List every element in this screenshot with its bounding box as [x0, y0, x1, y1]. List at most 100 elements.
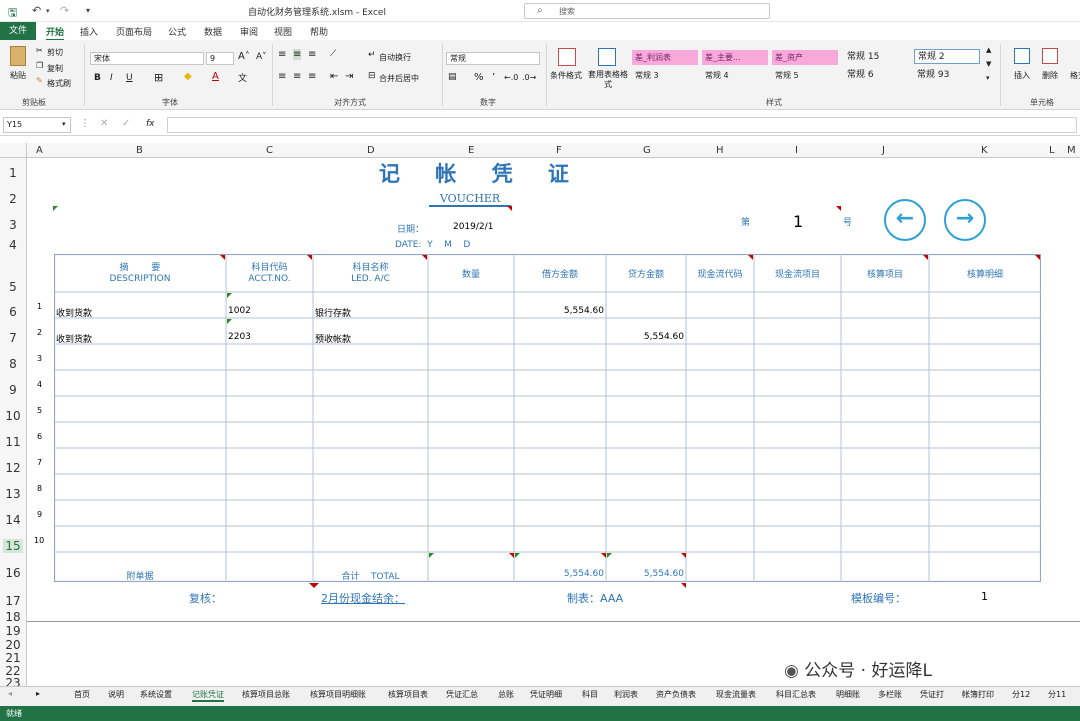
worksheet-area[interactable]: 记 帐 凭 证 VOUCHER 日期： 2019/2/1 DATE: Y M D…	[27, 158, 1080, 623]
sheet-tab[interactable]: 凭证打	[920, 689, 944, 700]
number-format-select[interactable]: 常规	[446, 52, 540, 65]
row-header[interactable]: 4	[3, 238, 23, 252]
align-center-icon[interactable]: ≡	[293, 71, 301, 82]
border-icon[interactable]: ⊞	[154, 71, 163, 84]
style-cell[interactable]: 常规 15	[844, 50, 910, 65]
tab-home[interactable]: 开始	[46, 25, 65, 41]
align-left-icon[interactable]: ≡	[278, 71, 286, 82]
column-header[interactable]: J	[882, 145, 885, 156]
align-middle-icon[interactable]: ≡	[293, 49, 302, 60]
merge-icon[interactable]: ⊟	[368, 71, 376, 81]
row-header[interactable]: 18	[3, 610, 23, 624]
wrap-text-button[interactable]: 自动换行	[379, 52, 411, 63]
sheet-tab[interactable]: 科目	[582, 689, 598, 700]
insert-function-button[interactable]: fx	[146, 119, 155, 129]
decrease-decimal-icon[interactable]: .0→	[522, 73, 536, 82]
sheet-tab[interactable]: 说明	[108, 689, 124, 700]
format-as-table-icon[interactable]	[598, 48, 616, 66]
row-header[interactable]: 14	[3, 513, 23, 527]
save-icon[interactable]: 🖫	[8, 4, 17, 23]
font-color-icon[interactable]: A	[212, 71, 219, 82]
entry-acct-name[interactable]: 银行存款	[315, 306, 351, 319]
column-header[interactable]: M	[1067, 145, 1076, 156]
accounting-format-icon[interactable]: ▤	[448, 72, 457, 82]
wrap-text-icon[interactable]: ↵	[368, 50, 376, 60]
template-number[interactable]: 1	[981, 590, 988, 603]
entry-acct-name[interactable]: 预收帐款	[315, 332, 351, 345]
insert-cells-button[interactable]: 插入	[1014, 70, 1030, 81]
style-cell[interactable]: 常规 6	[844, 68, 910, 83]
conditional-format-button[interactable]: 条件格式	[550, 70, 582, 81]
italic-button[interactable]: I	[110, 73, 113, 83]
sheet-tab[interactable]: 总账	[498, 689, 514, 700]
paste-icon[interactable]	[10, 46, 26, 66]
customize-qat-icon[interactable]: ▾	[86, 6, 90, 15]
column-header[interactable]: C	[266, 145, 273, 156]
row-header[interactable]: 10	[3, 409, 23, 423]
row-header[interactable]: 9	[3, 383, 23, 397]
format-painter-icon[interactable]: ✎	[36, 76, 43, 85]
indent-increase-icon[interactable]: ⇥	[345, 71, 353, 82]
formula-input[interactable]	[167, 117, 1077, 133]
column-header[interactable]: B	[136, 145, 143, 156]
indent-decrease-icon[interactable]: ⇤	[330, 71, 338, 82]
sheet-tab[interactable]: 明细账	[836, 689, 860, 700]
row-header[interactable]: 8	[3, 357, 23, 371]
cancel-icon[interactable]: ✕	[100, 118, 108, 129]
next-voucher-button[interactable]: →	[944, 199, 986, 241]
scroll-tabs-right-icon[interactable]: ▸	[36, 689, 40, 698]
sheet-tab[interactable]: 核算项目明细账	[310, 689, 366, 700]
comma-style-icon[interactable]: ’	[492, 72, 495, 83]
column-header[interactable]: F	[556, 145, 562, 156]
style-cell[interactable]: 差_利润表	[632, 50, 698, 65]
name-box[interactable]: Y15	[3, 117, 71, 133]
voucher-no-value[interactable]: 1	[793, 212, 803, 231]
sheet-tab[interactable]: 分12	[1012, 689, 1030, 700]
entry-acct-code[interactable]: 2203	[228, 332, 251, 342]
bold-button[interactable]: B	[94, 73, 101, 83]
undo-dropdown-icon[interactable]: ▾	[46, 7, 50, 15]
delete-cells-icon[interactable]	[1042, 48, 1058, 64]
sheet-tab[interactable]: 凭证明细	[530, 689, 562, 700]
styles-more-icon[interactable]: ▾	[986, 74, 990, 82]
cut-button[interactable]: 剪切	[47, 47, 63, 58]
format-cells-button[interactable]: 格式	[1070, 70, 1080, 81]
row-header[interactable]: 1	[3, 166, 23, 180]
select-all-corner[interactable]	[0, 143, 27, 158]
style-cell[interactable]: 常规 3	[632, 68, 698, 83]
copy-icon[interactable]: ❐	[36, 61, 43, 70]
font-grow-icon[interactable]: A˄	[238, 51, 250, 62]
sheet-tab[interactable]: 资产负债表	[656, 689, 696, 700]
tab-view[interactable]: 视图	[274, 25, 292, 38]
row-header[interactable]: 7	[3, 331, 23, 345]
column-header[interactable]: I	[795, 145, 798, 156]
insert-cells-icon[interactable]	[1014, 48, 1030, 64]
row-header[interactable]: 20	[3, 638, 23, 652]
row-header[interactable]: 2	[3, 192, 23, 206]
entry-description[interactable]: 收到货款	[56, 332, 92, 345]
align-top-icon[interactable]: ≡	[278, 49, 286, 60]
column-header[interactable]: H	[716, 145, 724, 156]
tab-file[interactable]: 文件	[0, 22, 36, 40]
entry-credit[interactable]: 5,554.60	[606, 332, 684, 342]
column-header[interactable]: A	[36, 145, 43, 156]
column-header[interactable]: D	[367, 145, 375, 156]
row-header[interactable]: 19	[3, 624, 23, 638]
sheet-tab[interactable]: 现金流量表	[716, 689, 756, 700]
tab-review[interactable]: 审阅	[240, 25, 258, 38]
row-header[interactable]: 16	[3, 566, 23, 580]
underline-button[interactable]: U	[126, 73, 133, 83]
column-header[interactable]: L	[1049, 145, 1055, 156]
tab-insert[interactable]: 插入	[80, 25, 98, 38]
font-name-select[interactable]: 宋体	[90, 52, 204, 65]
increase-decimal-icon[interactable]: ←.0	[504, 73, 518, 82]
search-box[interactable]: ⌕ 搜索	[524, 3, 770, 19]
percent-button[interactable]: %	[474, 72, 484, 83]
fill-color-icon[interactable]: ◆	[184, 71, 192, 82]
row-header[interactable]: 5	[3, 280, 23, 294]
column-header[interactable]: G	[643, 145, 651, 156]
styles-scroll-down-icon[interactable]: ▼	[986, 60, 991, 68]
entry-description[interactable]: 收到货款	[56, 306, 92, 319]
cash-balance-label[interactable]: 2月份现金结余：	[321, 590, 405, 606]
entry-acct-code[interactable]: 1002	[228, 306, 251, 316]
